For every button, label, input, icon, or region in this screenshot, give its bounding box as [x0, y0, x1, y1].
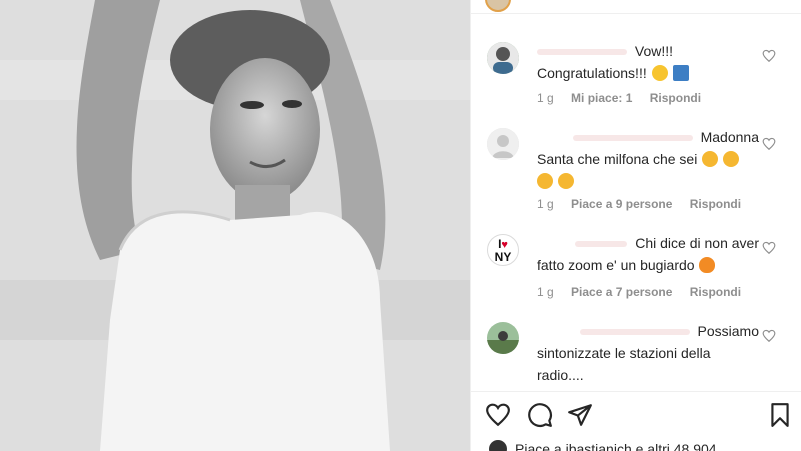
comment-line: Santa che milfona che sei: [537, 151, 698, 167]
comment-age[interactable]: 1 g: [537, 197, 554, 211]
default-avatar-icon: [487, 128, 519, 160]
photo-illustration: [0, 0, 470, 451]
star-struck-emoji-icon: [723, 151, 740, 167]
star-struck-emoji-icon: [702, 151, 719, 167]
i-love-ny-logo: I♥ NY: [488, 238, 518, 263]
comment-meta: 1 g Mi piace: 1 Rispondi: [537, 91, 715, 105]
logo-letters: NY: [494, 250, 512, 264]
commenter-avatar-icon: [487, 42, 519, 74]
comment-line: Vow!!!: [634, 43, 674, 59]
comment-age[interactable]: 1 g: [537, 91, 554, 105]
likes-text[interactable]: Piace a ibastianich e altri 48.904: [515, 441, 717, 451]
comment-text: Chi dice di non aver fatto zoom e' un bu…: [537, 232, 759, 276]
comment-bubble-icon[interactable]: [527, 402, 553, 428]
comment-meta: 1 g Piace a 7 persone Rispondi: [537, 285, 755, 299]
author-avatar[interactable]: [485, 0, 511, 12]
comment-line: sintonizzate le stazioni della: [537, 345, 711, 361]
comment-line: radio....: [537, 367, 584, 383]
liker-avatar[interactable]: [489, 440, 507, 451]
reply-button[interactable]: Rispondi: [690, 197, 741, 211]
star-struck-emoji-icon: [557, 173, 574, 189]
smiling-face-emoji-icon: [651, 65, 668, 81]
reply-button[interactable]: Rispondi: [690, 285, 741, 299]
bookmark-icon[interactable]: [767, 402, 793, 428]
like-comment-heart-icon[interactable]: [762, 329, 776, 343]
avatar[interactable]: [487, 322, 519, 354]
like-comment-heart-icon[interactable]: [762, 241, 776, 255]
reply-button[interactable]: Rispondi: [650, 91, 701, 105]
comment-line: fatto zoom e' un bugiardo: [537, 257, 695, 273]
top-arrow-emoji-icon: [672, 65, 689, 81]
avatar[interactable]: I♥ NY: [487, 234, 519, 266]
comment-text: Madonna Santa che milfona che sei: [537, 126, 759, 192]
comment-likes[interactable]: Mi piace: 1: [571, 91, 632, 105]
like-comment-heart-icon[interactable]: [762, 137, 776, 151]
comment-line: Congratulations!!!: [537, 65, 647, 81]
like-comment-heart-icon[interactable]: [762, 49, 776, 63]
comment-meta: 1 g Piace a 9 persone Rispondi: [537, 197, 755, 211]
username-redacted[interactable]: [575, 241, 628, 248]
post-header: [471, 0, 801, 14]
avatar[interactable]: [487, 128, 519, 160]
username-redacted[interactable]: [572, 135, 693, 142]
post-photo: [0, 0, 470, 451]
comment-text: Vow!!! Congratulations!!!: [537, 40, 759, 84]
comment-line: Madonna: [700, 129, 759, 145]
comment-text: Possiamo sintonizzate le stazioni della …: [537, 320, 759, 386]
comment-age[interactable]: 1 g: [537, 285, 554, 299]
comment-line: Chi dice di non aver: [635, 235, 759, 251]
comments-panel: Vow!!! Congratulations!!! 1 g Mi piace: …: [470, 0, 801, 451]
username-redacted[interactable]: [537, 49, 627, 56]
avatar[interactable]: [487, 42, 519, 74]
paper-plane-icon[interactable]: [567, 402, 593, 428]
username-redacted[interactable]: [579, 329, 690, 336]
commenter-avatar-icon: [487, 322, 519, 354]
star-struck-emoji-icon: [537, 173, 553, 189]
comment-likes[interactable]: Piace a 9 persone: [571, 197, 672, 211]
comment-line: Possiamo: [697, 323, 759, 339]
comment-likes[interactable]: Piace a 7 persone: [571, 285, 672, 299]
fire-emoji-icon: [699, 257, 716, 273]
likes-summary[interactable]: Piace a ibastianich e altri 48.904: [489, 440, 717, 451]
heart-outline-icon[interactable]: [485, 402, 511, 428]
actions-divider: [471, 391, 801, 392]
